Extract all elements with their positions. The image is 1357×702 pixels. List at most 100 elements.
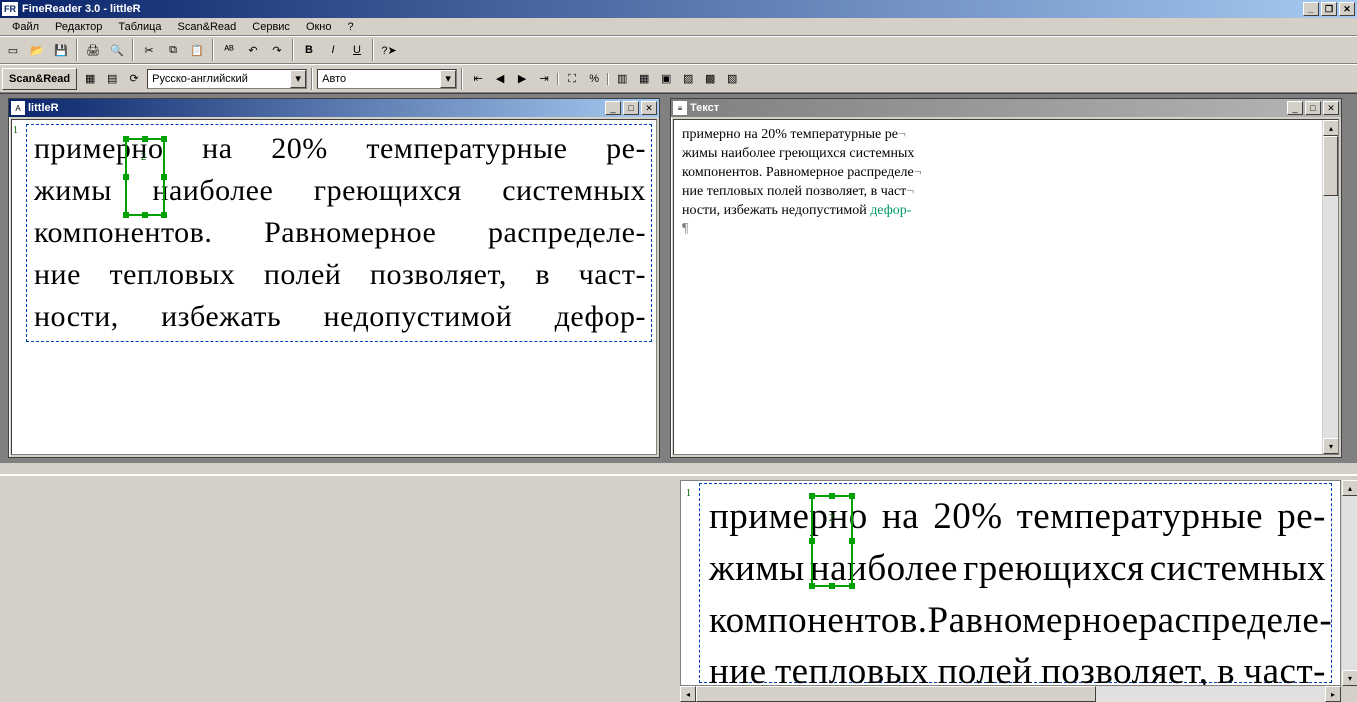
layout-d-button[interactable]: ▨: [677, 67, 699, 89]
menu-сервис[interactable]: Сервис: [244, 20, 298, 34]
window-maximize-button[interactable]: □: [623, 101, 639, 115]
app-title: FineReader 3.0 - littleR: [22, 3, 1303, 15]
menu-?[interactable]: ?: [340, 20, 362, 34]
scrollbar-vertical[interactable]: ▴ ▾: [1322, 120, 1338, 454]
binoculars-button[interactable]: 🔍: [106, 39, 128, 61]
print-icon: 🖨: [86, 44, 100, 57]
selection-box[interactable]: 2: [125, 138, 165, 216]
text-window[interactable]: ≡ Текст _ □ ✕ примерно на 20% температур…: [670, 98, 1342, 458]
image-text-line: ности,избежатьнедопустимойдефор-: [34, 296, 646, 338]
image-window-titlebar[interactable]: A littleR _ □ ✕: [9, 99, 659, 117]
language-dropdown[interactable]: Русско-английский ▾: [147, 69, 307, 89]
scroll-right-button[interactable]: ▸: [1325, 686, 1341, 702]
open-button[interactable]: 📂: [26, 39, 48, 61]
cut-icon: ✂: [144, 44, 153, 57]
scan-and-read-button[interactable]: Scan&Read: [2, 68, 77, 90]
mdi-workarea: A littleR _ □ ✕ 1 примернона20%температу…: [0, 93, 1357, 463]
copy-button[interactable]: ⧉: [162, 39, 184, 61]
image-window-body[interactable]: 1 примернона20%температурныере-жимынаибо…: [11, 119, 657, 455]
layout-a-button[interactable]: ▥: [611, 67, 633, 89]
zoom-fit-icon: ⛶: [568, 73, 576, 86]
layout-b-button[interactable]: ▦: [633, 67, 655, 89]
window-minimize-button[interactable]: _: [1287, 101, 1303, 115]
scroll-up-button[interactable]: ▴: [1323, 120, 1339, 136]
underline-icon: U: [353, 44, 361, 56]
undo-button[interactable]: ↶: [242, 39, 264, 61]
menu-файл[interactable]: Файл: [4, 20, 47, 34]
scrollbar-horizontal[interactable]: ◂ ▸: [680, 686, 1341, 702]
block-number: 2: [829, 513, 834, 524]
nav-next-icon: ▶: [518, 72, 526, 85]
menu-окно[interactable]: Окно: [298, 20, 340, 34]
rotate-button[interactable]: ⟳: [123, 68, 145, 90]
image-window[interactable]: A littleR _ □ ✕ 1 примернона20%температу…: [8, 98, 660, 458]
window-maximize-button[interactable]: □: [1305, 101, 1321, 115]
new-button[interactable]: ▭: [2, 39, 24, 61]
menu-таблица[interactable]: Таблица: [110, 20, 169, 34]
nav-first-button[interactable]: ⇤: [467, 67, 489, 89]
scroll-down-button[interactable]: ▾: [1342, 670, 1357, 686]
scrollbar-vertical[interactable]: ▴ ▾: [1341, 480, 1357, 686]
underline-button[interactable]: U: [346, 39, 368, 61]
save-button[interactable]: 💾: [50, 39, 72, 61]
zoom-content: примернона20%температурныере-жимынаиболе…: [681, 481, 1340, 686]
redo-button[interactable]: ↷: [266, 39, 288, 61]
page-icon: ▤: [107, 72, 117, 85]
toolbar-secondary: Scan&Read ▦ ▤ ⟳ Русско-английский ▾ Авто ▾…: [0, 64, 1357, 93]
bold-button[interactable]: B: [298, 39, 320, 61]
menu-редактор[interactable]: Редактор: [47, 20, 110, 34]
text-window-title: Текст: [690, 102, 1287, 114]
spell-button[interactable]: ᴬᴮ: [218, 39, 240, 61]
layout-c-icon: ▣: [661, 72, 671, 85]
scroll-thumb[interactable]: [696, 686, 1096, 702]
bold-icon: B: [305, 44, 313, 56]
nav-prev-icon: ◀: [496, 72, 504, 85]
scroll-thumb[interactable]: [1323, 136, 1338, 196]
copy-icon: ⧉: [169, 44, 177, 57]
nav-last-button[interactable]: ⇥: [533, 67, 555, 89]
layout-e-button[interactable]: ▩: [699, 67, 721, 89]
print-button[interactable]: 🖨: [82, 39, 104, 61]
document-icon: A: [11, 101, 25, 115]
window-close-button[interactable]: ✕: [641, 101, 657, 115]
mode-dropdown[interactable]: Авто ▾: [317, 69, 457, 89]
menu-scan&read[interactable]: Scan&Read: [170, 20, 245, 34]
recognized-text[interactable]: примерно на 20% температурные ре¬жимы на…: [674, 120, 1338, 245]
chevron-down-icon[interactable]: ▾: [440, 70, 456, 88]
page-button[interactable]: ▤: [101, 68, 123, 90]
nav-next-button[interactable]: ▶: [511, 67, 533, 89]
zoom-fit-button[interactable]: ⛶: [561, 68, 583, 90]
save-icon: 💾: [54, 44, 68, 57]
zoom-100-button[interactable]: %: [583, 68, 605, 90]
selection-box[interactable]: 2: [811, 495, 853, 587]
window-minimize-button[interactable]: _: [605, 101, 621, 115]
rotate-icon: ⟳: [130, 72, 139, 85]
app-icon: FR: [2, 2, 18, 16]
nav-first-icon: ⇤: [474, 72, 483, 85]
text-window-body[interactable]: примерно на 20% температурные ре¬жимы на…: [673, 119, 1339, 455]
nav-prev-button[interactable]: ◀: [489, 67, 511, 89]
maximize-button[interactable]: ❐: [1321, 2, 1337, 16]
undo-icon: ↶: [248, 44, 257, 57]
close-button[interactable]: ✕: [1339, 2, 1355, 16]
minimize-button[interactable]: _: [1303, 2, 1319, 16]
scroll-up-button[interactable]: ▴: [1342, 480, 1357, 496]
paste-icon: 📋: [190, 44, 204, 57]
scroll-down-button[interactable]: ▾: [1323, 438, 1339, 454]
paste-button[interactable]: 📋: [186, 39, 208, 61]
zoom-text-line: жимынаиболеегреющихсясистемных: [709, 543, 1326, 595]
paragraph-mark: ¶: [682, 220, 1330, 239]
italic-button[interactable]: I: [322, 39, 344, 61]
help-context-button[interactable]: ?➤: [378, 39, 400, 61]
scroll-left-button[interactable]: ◂: [680, 686, 696, 702]
zoom-view[interactable]: 1 примернона20%температурныере-жимынаибо…: [680, 480, 1341, 686]
layout-f-button[interactable]: ▧: [721, 67, 743, 89]
text-line: ности, избежать недопустимой дефор-: [682, 202, 1330, 221]
window-close-button[interactable]: ✕: [1323, 101, 1339, 115]
cut-button[interactable]: ✂: [138, 39, 160, 61]
zoom-text-line: примернона20%температурныере-: [709, 491, 1326, 543]
text-window-titlebar[interactable]: ≡ Текст _ □ ✕: [671, 99, 1341, 117]
layout-c-button[interactable]: ▣: [655, 67, 677, 89]
chevron-down-icon[interactable]: ▾: [290, 70, 306, 88]
batch-button[interactable]: ▦: [79, 68, 101, 90]
